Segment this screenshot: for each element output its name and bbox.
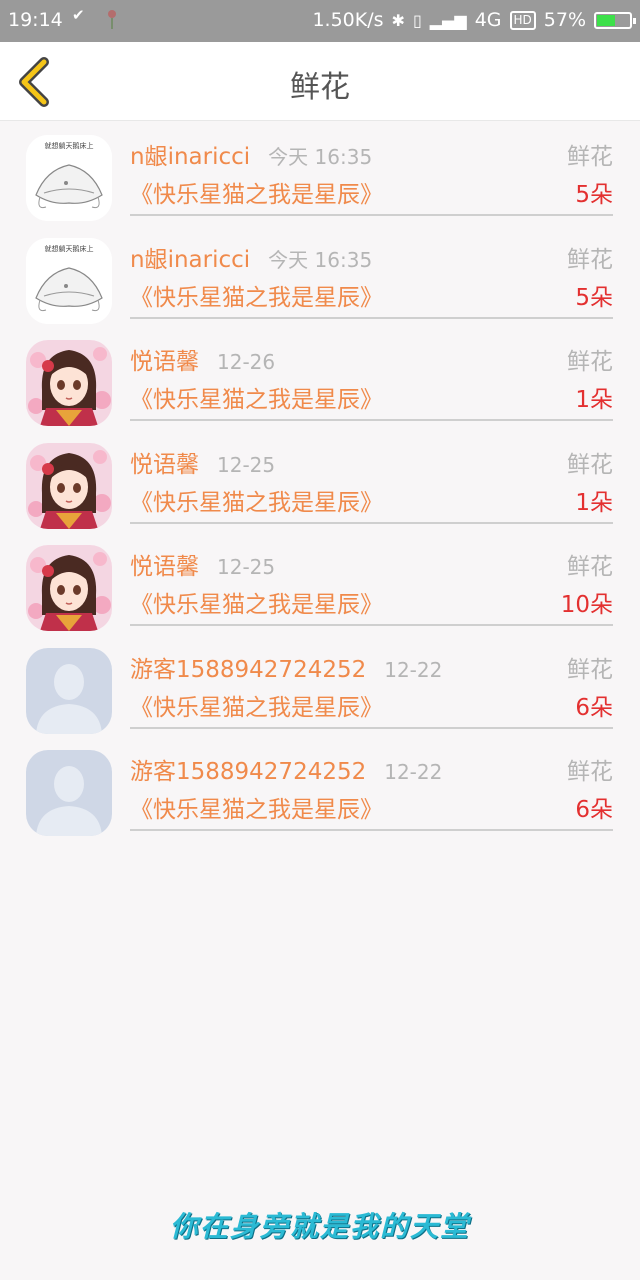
gift-type-label: 鲜花	[567, 554, 613, 580]
post-time: 今天 16:35	[268, 145, 373, 169]
gift-count: 6朵	[575, 797, 613, 823]
post-time: 12-26	[217, 350, 276, 374]
work-title[interactable]: 《快乐星猫之我是星辰》	[130, 380, 383, 414]
header: 鲜花	[0, 42, 640, 121]
gift-count: 10朵	[560, 592, 613, 618]
gift-type-label: 鲜花	[567, 246, 613, 273]
gift-row[interactable]: 就想躺天鹅床上 n龈inaricci 今天 16:35 鲜花《快乐星猫之我是星辰》 5…	[0, 121, 640, 224]
user-name-text: 悦语馨	[130, 349, 199, 375]
gift-row[interactable]: 悦语馨 12-25 鲜花《快乐星猫之我是星辰》 1朵	[0, 429, 640, 532]
gift-row-content: 游客1588942724252 12-22 鲜花《快乐星猫之我是星辰》 6朵	[130, 736, 613, 831]
user-avatar[interactable]	[26, 340, 112, 426]
user-name-text: n龈inaricci	[130, 246, 251, 273]
post-time: 今天 16:35	[268, 247, 373, 272]
user-name[interactable]: 游客1588942724252 12-22	[130, 752, 442, 786]
battery-fill	[597, 14, 615, 26]
gift-count: 5朵	[575, 284, 613, 311]
gift-row[interactable]: 游客1588942724252 12-22 鲜花《快乐星猫之我是星辰》 6朵	[0, 634, 640, 737]
gift-row-content: n龈inaricci 今天 16:35 鲜花《快乐星猫之我是星辰》 5朵	[130, 121, 613, 216]
post-time: 12-25	[217, 555, 276, 579]
battery-icon	[594, 11, 636, 29]
gift-row-content: 悦语馨 12-25 鲜花《快乐星猫之我是星辰》 1朵	[130, 429, 613, 524]
user-name-text: 悦语馨	[130, 451, 199, 478]
bluetooth-icon: ✱	[391, 10, 405, 30]
user-name-text: 游客1588942724252	[130, 656, 367, 683]
status-time: 19:14	[8, 9, 63, 31]
footer-slogan: 你在身旁就是我的天堂	[169, 1210, 470, 1243]
user-name[interactable]: 悦语馨 12-25	[130, 547, 275, 581]
gift-type-label: 鲜花	[567, 759, 613, 785]
vibrate-icon: ▯	[412, 10, 422, 30]
user-name[interactable]: n龈inaricci 今天 16:35	[130, 137, 372, 171]
user-name[interactable]: n龈inaricci 今天 16:35	[130, 240, 372, 274]
user-avatar[interactable]	[26, 442, 112, 529]
gift-count: 1朵	[575, 489, 613, 516]
work-title[interactable]: 《快乐星猫之我是星辰》	[130, 483, 383, 517]
gift-count: 6朵	[575, 694, 613, 721]
status-bar: 19:14 ✔ 1.50K/s ✱ ▯ ▂▄▆ 4G HD 57%	[0, 0, 640, 42]
user-avatar[interactable]	[26, 647, 112, 734]
gift-row-content: 悦语馨 12-25 鲜花《快乐星猫之我是星辰》 10朵	[130, 531, 613, 626]
gift-count: 1朵	[575, 387, 613, 413]
post-time: 12-25	[217, 452, 276, 477]
gift-list: 就想躺天鹅床上 n龈inaricci 今天 16:35 鲜花 《快乐星猫之我是星辰》 5…	[0, 121, 640, 839]
gift-type-label: 鲜花	[567, 451, 613, 478]
work-title[interactable]: 《快乐星猫之我是星辰》	[130, 688, 383, 722]
gift-row-content: 游客1588942724252 12-22 鲜花《快乐星猫之我是星辰》 6朵	[130, 634, 613, 729]
gift-row[interactable]: 悦语馨 12-25 鲜花《快乐星猫之我是星辰》 10朵	[0, 531, 640, 634]
status-right: 1.50K/s ✱ ▯ ▂▄▆ 4G HD 57%	[312, 9, 636, 31]
user-avatar[interactable]	[26, 545, 112, 631]
network-type: 4G	[474, 9, 502, 31]
user-avatar[interactable]	[26, 750, 112, 836]
battery-percent: 57%	[543, 9, 586, 31]
signal-icon: ▂▄▆	[429, 10, 467, 30]
user-name[interactable]: 悦语馨 12-26	[130, 342, 275, 376]
work-title[interactable]: 《快乐星猫之我是星辰》	[130, 175, 383, 209]
gift-row-content: 悦语馨 12-26 鲜花《快乐星猫之我是星辰》 1朵	[130, 326, 613, 421]
gift-row[interactable]: 就想躺天鹅床上 n龈inaricci 今天 16:35 鲜花《快乐星猫之我是星辰》 5…	[0, 224, 640, 327]
gift-row[interactable]: 悦语馨 12-26 鲜花《快乐星猫之我是星辰》 1朵	[0, 326, 640, 429]
svg-text:就想躺天鹅床上: 就想躺天鹅床上	[45, 244, 94, 253]
gift-row[interactable]: 游客1588942724252 12-22 鲜花《快乐星猫之我是星辰》 6朵	[0, 736, 640, 839]
post-time: 12-22	[384, 760, 443, 784]
svg-text:就想躺天鹅床上: 就想躺天鹅床上	[45, 141, 94, 150]
gift-type-label: 鲜花	[567, 656, 613, 683]
user-avatar[interactable]: 就想躺天鹅床上	[26, 237, 112, 324]
user-name-text: n龈inaricci	[130, 144, 251, 170]
user-name[interactable]: 游客1588942724252 12-22	[130, 650, 442, 684]
gift-row-content: n龈inaricci 今天 16:35 鲜花《快乐星猫之我是星辰》 5朵	[130, 224, 613, 319]
user-avatar[interactable]: 就想躺天鹅床上	[26, 135, 112, 221]
gift-type-label: 鲜花	[567, 144, 613, 170]
work-title[interactable]: 《快乐星猫之我是星辰》	[130, 790, 383, 824]
page-title: 鲜花	[290, 70, 350, 105]
user-name-text: 游客1588942724252	[130, 759, 367, 785]
gift-count: 5朵	[575, 182, 613, 208]
hd-icon: HD	[509, 10, 536, 30]
gift-type-label: 鲜花	[567, 349, 613, 375]
post-time: 12-22	[384, 657, 443, 682]
user-name[interactable]: 悦语馨 12-25	[130, 445, 275, 479]
user-name-text: 悦语馨	[130, 554, 199, 580]
work-title[interactable]: 《快乐星猫之我是星辰》	[130, 278, 383, 312]
net-speed: 1.50K/s	[312, 9, 384, 31]
work-title[interactable]: 《快乐星猫之我是星辰》	[130, 585, 383, 619]
notification-icon: ✔	[72, 6, 85, 24]
flower-notification-icon	[108, 10, 116, 29]
